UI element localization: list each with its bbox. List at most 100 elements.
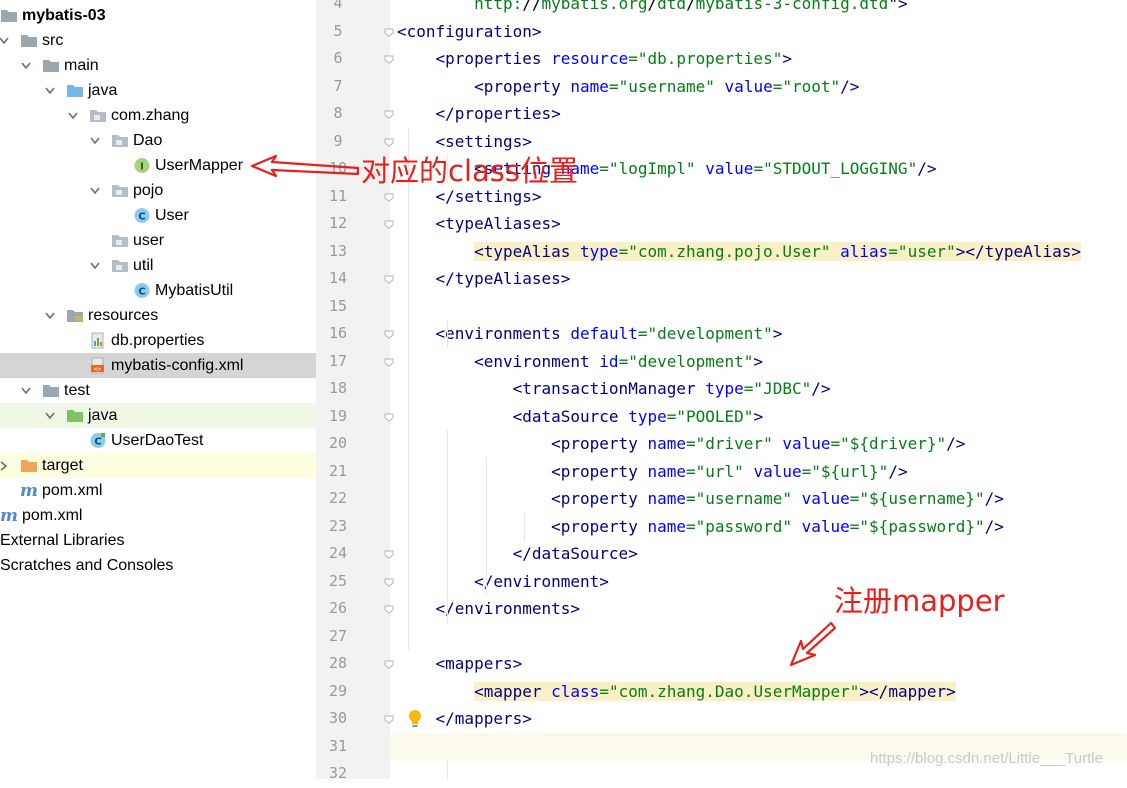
fold-marker-icon[interactable] [383, 191, 395, 203]
tree-item-usermapper[interactable]: I UserMapper [0, 153, 316, 178]
line-number: 6 [333, 49, 343, 67]
fold-marker-icon[interactable] [383, 136, 395, 148]
svg-text:C: C [94, 437, 101, 448]
code-line[interactable]: <property name="username" value="${usern… [390, 485, 1127, 513]
fold-marker-icon[interactable] [383, 53, 395, 65]
chevron-right-icon[interactable] [0, 453, 12, 478]
chevron-down-icon[interactable] [89, 128, 103, 153]
chevron-down-icon[interactable] [44, 78, 58, 103]
chevron-down-icon[interactable] [67, 103, 81, 128]
fold-marker-icon[interactable] [383, 328, 395, 340]
fold-marker-icon[interactable] [383, 356, 395, 368]
tree-item-src[interactable]: src [0, 28, 316, 53]
code-line[interactable]: <mapper class="com.zhang.Dao.UserMapper"… [390, 678, 1127, 706]
chevron-down-icon[interactable] [0, 28, 12, 53]
chevron-down-icon[interactable] [44, 303, 58, 328]
tree-item-userdaotest[interactable]: C UserDaoTest [0, 428, 316, 453]
tree-item-dao[interactable]: Dao [0, 128, 316, 153]
chevron-down-icon[interactable] [20, 378, 34, 403]
tree-item-user[interactable]: user [0, 228, 316, 253]
code-line[interactable]: http://mybatis.org/dtd/mybatis-3-config.… [390, 0, 1127, 18]
line-number: 14 [328, 269, 348, 287]
code-line[interactable]: </environment> [390, 568, 1127, 596]
tree-item-resources[interactable]: resources [0, 303, 316, 328]
code-line[interactable]: <environments default="development"> [390, 320, 1127, 348]
tree-item-util[interactable]: util [0, 253, 316, 278]
tree-item-label: user [133, 232, 165, 249]
lightbulb-icon[interactable] [407, 709, 423, 729]
fold-marker-icon[interactable] [383, 576, 395, 588]
tree-item-main[interactable]: main [0, 53, 316, 78]
code-editor[interactable]: http://mybatis.org/dtd/mybatis-3-config.… [390, 0, 1127, 779]
code-line[interactable]: </dataSource> [390, 540, 1127, 568]
tree-item-label: mybatis-03 [22, 7, 106, 24]
tree-item-db-properties[interactable]: db.properties [0, 328, 316, 353]
tree-item-mybatis-03[interactable]: mybatis-03 [0, 3, 316, 28]
fold-marker-icon[interactable] [383, 218, 395, 230]
chevron-down-icon[interactable] [44, 403, 58, 428]
chevron-down-icon[interactable] [89, 178, 103, 203]
code-line[interactable]: <typeAlias type="com.zhang.pojo.User" al… [390, 238, 1127, 266]
tree-item-label: src [42, 32, 64, 49]
code-line[interactable]: <property name="password" value="${passw… [390, 513, 1127, 541]
tree-item-label: Dao [133, 132, 163, 149]
fold-marker-icon[interactable] [383, 26, 395, 38]
tree-item-label: util [133, 257, 154, 274]
code-line[interactable]: </mappers> [390, 705, 1127, 733]
code-line[interactable]: <property name="driver" value="${driver}… [390, 430, 1127, 458]
interface-icon: I [133, 157, 151, 174]
tree-item-java[interactable]: java [0, 78, 316, 103]
indent-guide [524, 512, 526, 540]
folder-icon [42, 382, 60, 399]
tree-item-label: External Libraries [0, 532, 125, 549]
tree-item-test[interactable]: test [0, 378, 316, 403]
code-line[interactable]: <transactionManager type="JDBC"/> [390, 375, 1127, 403]
chevron-down-icon[interactable] [89, 253, 103, 278]
code-line[interactable]: <mappers> [390, 650, 1127, 678]
code-line[interactable] [390, 293, 1127, 321]
code-line[interactable]: <properties resource="db.properties"> [390, 45, 1127, 73]
fold-marker-icon[interactable] [383, 108, 395, 120]
tree-item-java[interactable]: java [0, 403, 316, 428]
code-line[interactable]: <dataSource type="POOLED"> [390, 403, 1127, 431]
tree-item-mybatis-config-xml[interactable]: <> mybatis-config.xml [0, 353, 316, 378]
tree-item-label: Scratches and Consoles [0, 557, 174, 574]
svg-text:C: C [138, 287, 145, 298]
code-line[interactable]: <property name="url" value="${url}"/> [390, 458, 1127, 486]
code-line[interactable]: </environments> [390, 595, 1127, 623]
tree-item-target[interactable]: target [0, 453, 316, 478]
tree-item-label: target [42, 457, 83, 474]
tree-item-pojo[interactable]: pojo [0, 178, 316, 203]
class-icon: C [133, 207, 151, 224]
code-line[interactable]: <typeAliases> [390, 210, 1127, 238]
fold-marker-icon[interactable] [383, 411, 395, 423]
line-number: 19 [328, 406, 348, 425]
tree-item-user[interactable]: C User [0, 203, 316, 228]
tree-item-mybatisutil[interactable]: C MybatisUtil [0, 278, 316, 303]
fold-marker-icon[interactable] [383, 273, 395, 285]
tree-item-com-zhang[interactable]: com.zhang [0, 103, 316, 128]
tree-item-external-libraries[interactable]: External Libraries [0, 528, 316, 553]
code-line[interactable]: </typeAliases> [390, 265, 1127, 293]
tree-item-scratches-and-consoles[interactable]: Scratches and Consoles [0, 553, 316, 578]
chevron-down-icon[interactable] [20, 53, 34, 78]
tree-item-label: test [64, 382, 90, 399]
code-line[interactable]: <configuration> [390, 18, 1127, 46]
tree-item-pom-xml[interactable]: m pom.xml [0, 478, 316, 503]
code-line[interactable] [390, 623, 1127, 651]
code-line[interactable]: </properties> [390, 100, 1127, 128]
svg-text:m: m [20, 482, 38, 499]
fold-marker-icon[interactable] [383, 713, 395, 725]
svg-text:m: m [0, 507, 18, 524]
line-number: 21 [328, 461, 348, 480]
fold-marker-icon[interactable] [383, 548, 395, 560]
tree-item-label: mybatis-config.xml [111, 357, 244, 374]
tree-item-pom-xml[interactable]: m pom.xml [0, 503, 316, 528]
fold-marker-icon[interactable] [383, 658, 395, 670]
line-number: 4 [333, 0, 343, 12]
package-icon [111, 132, 129, 149]
code-line[interactable]: <environment id="development"> [390, 348, 1127, 376]
code-line[interactable]: <property name="username" value="root"/> [390, 73, 1127, 101]
fold-marker-icon[interactable] [383, 603, 395, 615]
line-number: 31 [328, 736, 348, 755]
